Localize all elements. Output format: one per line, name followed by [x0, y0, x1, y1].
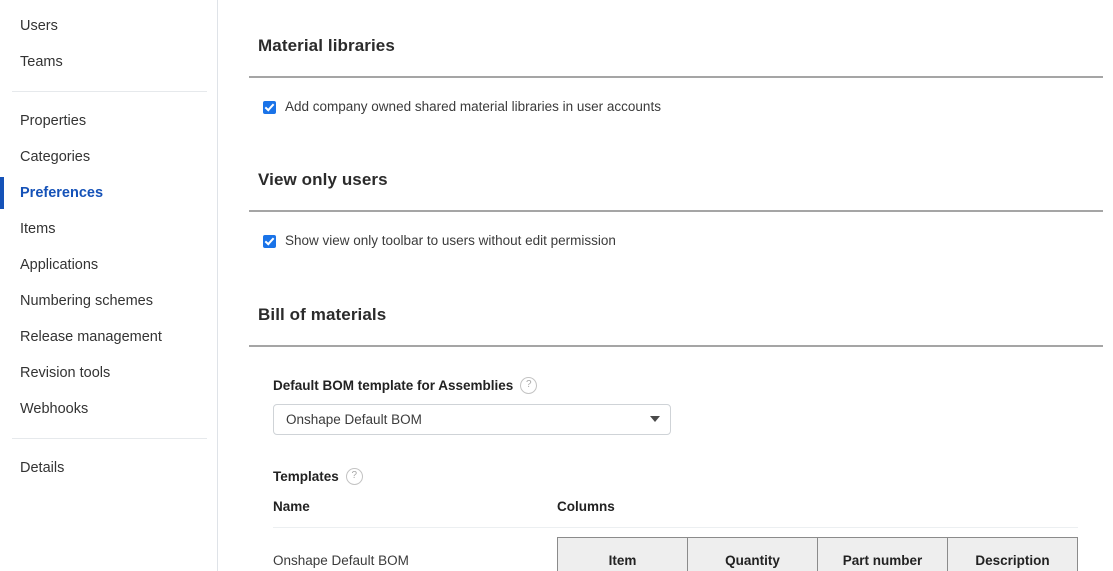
sidebar-group-accounts: Users Teams [0, 8, 217, 80]
help-icon[interactable]: ? [520, 376, 538, 394]
template-column-cell[interactable]: Part number [818, 537, 948, 571]
sidebar-item-applications[interactable]: Applications [0, 247, 217, 283]
template-column-cell[interactable]: Description [948, 538, 1077, 571]
section-title-material-libraries: Material libraries [258, 36, 395, 56]
bom-settings: Default BOM template for Assemblies ? On… [244, 347, 1103, 485]
templates-table-header: Name Columns [273, 499, 1078, 527]
sidebar-item-label: Release management [20, 329, 162, 345]
sidebar-item-label: Items [20, 221, 56, 237]
sidebar-item-preferences[interactable]: Preferences [0, 175, 217, 211]
column-header-columns: Columns [557, 498, 615, 514]
templates-table: Name Columns Onshape Default BOM Item Qu… [273, 499, 1078, 571]
sidebar-item-label: Properties [20, 113, 87, 129]
sidebar-item-label: Webhooks [20, 401, 89, 417]
help-icon[interactable]: ? [345, 467, 363, 485]
preferences-content: Material libraries Add company owned sha… [218, 0, 1113, 571]
sidebar-item-revision-tools[interactable]: Revision tools [0, 355, 217, 391]
view-only-users-checkbox-row[interactable]: Show view only toolbar to users without … [244, 212, 1103, 268]
table-row[interactable]: Onshape Default BOM Item Quantity Part n… [273, 528, 1078, 571]
template-name: Onshape Default BOM [273, 553, 409, 569]
default-bom-template-label-text: Default BOM template for Assemblies [273, 377, 514, 393]
templates-label: Templates ? [273, 467, 1103, 485]
view-only-users-checkbox-label: Show view only toolbar to users without … [285, 233, 616, 249]
checkbox-checked-icon[interactable] [263, 100, 276, 114]
sidebar-item-label: Teams [20, 54, 63, 70]
sidebar-divider-1 [12, 91, 207, 92]
sidebar-item-label: Numbering schemes [20, 293, 153, 309]
sidebar-item-properties[interactable]: Properties [0, 103, 217, 139]
settings-page: Users Teams Properties Categories Prefer… [0, 0, 1113, 571]
default-bom-template-label: Default BOM template for Assemblies ? [273, 376, 1103, 394]
chevron-down-icon[interactable] [650, 416, 660, 423]
sidebar-item-label: Revision tools [20, 365, 111, 381]
sidebar-group-settings: Properties Categories Preferences Items … [0, 103, 217, 427]
sidebar-item-categories[interactable]: Categories [0, 139, 217, 175]
sidebar-item-release-management[interactable]: Release management [0, 319, 217, 355]
section-title-view-only-users: View only users [258, 170, 388, 190]
sidebar-item-teams[interactable]: Teams [0, 44, 217, 80]
sidebar-item-label: Preferences [20, 185, 104, 201]
sidebar-item-items[interactable]: Items [0, 211, 217, 247]
default-bom-template-selected-value: Onshape Default BOM [286, 411, 422, 427]
sidebar-item-label: Users [20, 18, 58, 34]
sidebar-item-label: Applications [20, 257, 99, 273]
sidebar-item-users[interactable]: Users [0, 8, 217, 44]
sidebar-item-numbering-schemes[interactable]: Numbering schemes [0, 283, 217, 319]
material-libraries-checkbox-row[interactable]: Add company owned shared material librar… [244, 78, 1103, 134]
sidebar: Users Teams Properties Categories Prefer… [0, 0, 218, 571]
checkbox-checked-icon[interactable] [263, 234, 276, 248]
column-header-name: Name [273, 498, 310, 514]
template-columns-grid: Item Quantity Part number Description [557, 536, 1078, 571]
sidebar-group-details: Details [0, 450, 217, 486]
sidebar-item-label: Categories [20, 149, 91, 165]
material-libraries-checkbox-label: Add company owned shared material librar… [285, 99, 661, 115]
sidebar-item-webhooks[interactable]: Webhooks [0, 391, 217, 427]
section-title-bill-of-materials: Bill of materials [258, 304, 387, 324]
sidebar-item-label: Details [20, 460, 65, 476]
sidebar-item-details[interactable]: Details [0, 450, 217, 486]
templates-label-text: Templates [273, 468, 339, 484]
template-column-cell[interactable]: Item [558, 537, 688, 571]
sidebar-divider-2 [12, 438, 207, 439]
default-bom-template-select[interactable]: Onshape Default BOM [273, 403, 671, 435]
template-column-cell[interactable]: Quantity [688, 537, 818, 571]
